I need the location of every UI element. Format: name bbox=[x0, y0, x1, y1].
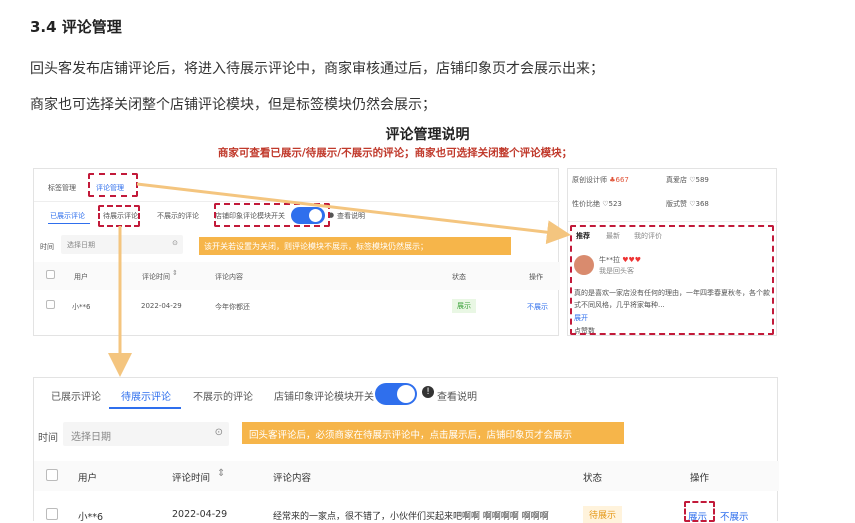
connector-arrows bbox=[108, 182, 571, 377]
arrow-to-phone bbox=[136, 182, 571, 245]
